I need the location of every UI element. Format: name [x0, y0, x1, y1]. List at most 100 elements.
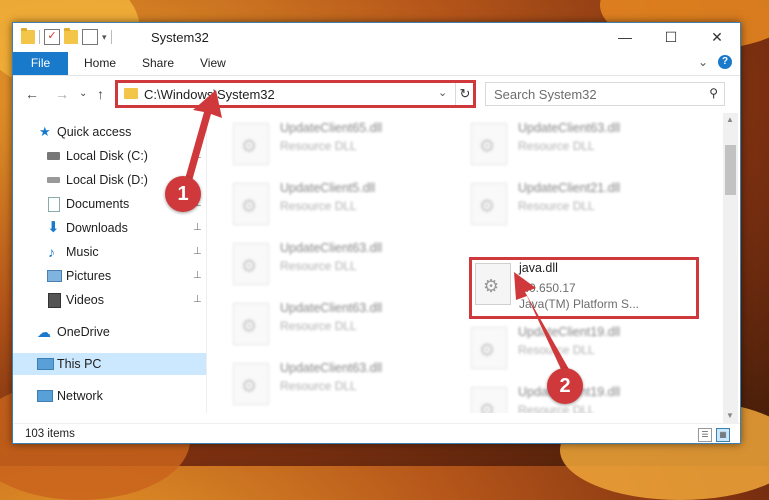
title-bar: ✓ ▾ System32 — ☐ ✕	[13, 23, 740, 51]
sidebar-item-label: Videos	[66, 293, 104, 307]
sidebar-item-quick-access[interactable]: ★ Quick access	[13, 121, 206, 143]
sidebar-item-local-disk-c[interactable]: Local Disk (C:) ⊥	[13, 145, 206, 167]
file-item[interactable]: UpdateClient63.dll Resource DLL	[213, 297, 433, 349]
sidebar-item-label: OneDrive	[57, 325, 110, 339]
file-item[interactable]: UpdateClient65.dll Resource DLL	[213, 117, 433, 169]
file-type: Resource DLL	[280, 139, 357, 153]
sidebar-item-label: Pictures	[66, 269, 112, 283]
file-name: UpdateClient63.dll	[518, 121, 621, 135]
toolbar-separator	[39, 30, 40, 44]
sidebar-item-label: Network	[57, 389, 103, 403]
customize-toolbar-chevron-icon[interactable]: ▾	[102, 32, 107, 43]
step-badge-1: 1	[165, 176, 201, 212]
file-name: UpdateClient65.dll	[280, 121, 383, 135]
file-type: Resource DLL	[518, 403, 595, 413]
dll-file-icon	[471, 387, 507, 413]
item-count: 103 items	[25, 428, 75, 440]
file-item[interactable]: UpdateClient19.dll Resource DLL	[451, 321, 671, 373]
computer-icon	[37, 358, 54, 370]
properties-check-icon[interactable]: ✓	[44, 29, 60, 45]
file-list: UpdateClient65.dll Resource DLL UpdateCl…	[213, 113, 721, 413]
tab-file[interactable]: File	[13, 52, 68, 75]
tiles-view-icon[interactable]: ▦	[716, 428, 730, 442]
sidebar-item-label: This PC	[57, 357, 102, 371]
dll-file-icon	[471, 123, 507, 165]
file-item[interactable]: UpdateClient5.dll Resource DLL	[213, 177, 433, 229]
search-input[interactable]: Search System32	[494, 87, 597, 102]
file-type: Resource DLL	[518, 343, 595, 357]
details-view-icon[interactable]: ☰	[698, 428, 712, 442]
expand-ribbon-chevron-icon[interactable]: ⌄	[698, 55, 708, 69]
drive-icon	[47, 177, 60, 183]
sidebar-item-onedrive[interactable]: ☁ OneDrive	[13, 321, 206, 343]
sidebar-item-music[interactable]: ♪ Music ⊥	[13, 241, 206, 263]
document-icon	[48, 197, 60, 212]
back-arrow-icon[interactable]: ←	[25, 86, 39, 102]
pin-icon[interactable]: ⊥	[193, 217, 202, 239]
properties-icon[interactable]	[82, 29, 98, 45]
status-bar: 103 items ☰ ▦	[13, 423, 740, 444]
recent-locations-chevron-icon[interactable]: ⌄	[79, 88, 87, 99]
file-name: UpdateClient63.dll	[280, 241, 383, 255]
help-icon[interactable]: ?	[718, 55, 732, 69]
film-strip-icon	[48, 293, 61, 308]
sidebar-item-label: Local Disk (D:)	[66, 173, 148, 187]
pin-icon[interactable]: ⊥	[193, 145, 202, 167]
sidebar-item-label: Downloads	[66, 221, 128, 235]
forward-arrow-icon[interactable]: →	[55, 86, 69, 102]
ribbon-right-controls: ⌄ ?	[698, 55, 732, 69]
pin-icon[interactable]: ⊥	[193, 241, 202, 263]
search-box[interactable]: Search System32 ⚲	[485, 82, 725, 106]
tab-home[interactable]: Home	[84, 52, 116, 75]
dll-file-icon	[233, 303, 269, 345]
file-item[interactable]: UpdateClient63.dll Resource DLL	[213, 237, 433, 289]
sidebar-item-videos[interactable]: Videos ⊥	[13, 289, 206, 311]
view-toggle: ☰ ▦	[698, 428, 730, 442]
pin-icon[interactable]: ⊥	[193, 265, 202, 287]
pin-icon[interactable]: ⊥	[193, 289, 202, 311]
dll-file-icon	[471, 327, 507, 369]
java-dll-highlight-box	[469, 257, 699, 319]
file-type: Resource DLL	[280, 199, 357, 213]
tab-share[interactable]: Share	[142, 52, 174, 75]
sidebar-item-label: Local Disk (C:)	[66, 149, 148, 163]
close-button[interactable]: ✕	[694, 23, 740, 51]
dll-file-icon	[233, 363, 269, 405]
step-badge-2: 2	[547, 368, 583, 404]
music-note-icon: ♪	[48, 244, 55, 260]
navigation-pane: ★ Quick access Local Disk (C:) ⊥ Local D…	[13, 113, 206, 413]
address-highlight-box	[115, 80, 476, 108]
dll-file-icon	[233, 123, 269, 165]
pane-divider	[206, 113, 207, 413]
scroll-down-arrow-icon[interactable]: ▼	[726, 411, 734, 420]
sidebar-item-downloads[interactable]: ⬇ Downloads ⊥	[13, 217, 206, 239]
explorer-window: ✓ ▾ System32 — ☐ ✕ File Home Share View …	[12, 22, 741, 444]
minimize-button[interactable]: —	[602, 23, 648, 51]
maximize-button[interactable]: ☐	[648, 23, 694, 51]
sidebar-item-label: Quick access	[57, 125, 132, 139]
scroll-up-arrow-icon[interactable]: ▲	[726, 115, 734, 124]
file-name: UpdateClient19.dll	[518, 325, 621, 339]
file-type: Resource DLL	[518, 199, 595, 213]
tab-view[interactable]: View	[200, 52, 226, 75]
sidebar-item-this-pc[interactable]: This PC	[13, 353, 206, 375]
network-icon	[37, 390, 53, 402]
sidebar-item-pictures[interactable]: Pictures ⊥	[13, 265, 206, 287]
file-item[interactable]: UpdateClient63.dll Resource DLL	[213, 357, 433, 409]
pictures-icon	[47, 270, 62, 282]
search-icon[interactable]: ⚲	[709, 86, 718, 100]
dll-file-icon	[233, 183, 269, 225]
dll-file-icon	[233, 243, 269, 285]
file-type: Resource DLL	[518, 139, 595, 153]
file-item[interactable]: UpdateClient21.dll Resource DLL	[451, 177, 671, 229]
new-folder-icon[interactable]	[64, 28, 78, 44]
sidebar-item-network[interactable]: Network	[13, 385, 206, 407]
vertical-scrollbar[interactable]: ▲ ▼	[723, 113, 738, 423]
file-item[interactable]: UpdateClient63.dll Resource DLL	[451, 117, 671, 169]
folder-icon	[21, 28, 35, 44]
download-arrow-icon: ⬇	[47, 219, 60, 236]
sidebar-item-label: Documents	[66, 197, 130, 211]
scroll-thumb[interactable]	[725, 145, 736, 195]
up-arrow-icon[interactable]: ↑	[97, 86, 104, 102]
file-type: Resource DLL	[280, 379, 357, 393]
